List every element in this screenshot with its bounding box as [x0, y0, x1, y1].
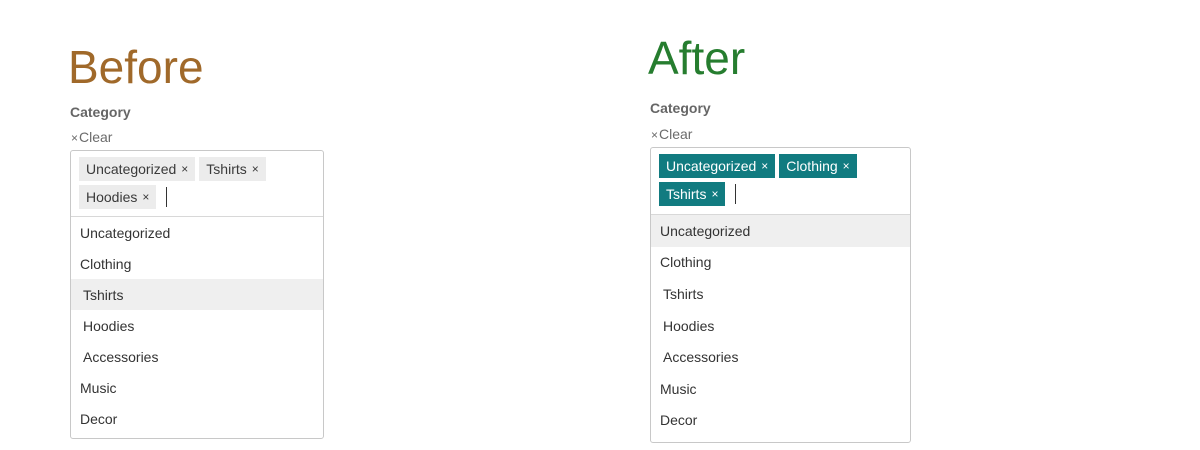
remove-token-icon[interactable]: × [142, 190, 149, 204]
option-clothing[interactable]: Clothing [71, 248, 323, 279]
option-decor[interactable]: Decor [71, 403, 323, 434]
category-multiselect[interactable]: Uncategorized × Tshirts × Hoodies × Unca… [70, 150, 324, 439]
selected-tokens-area[interactable]: Uncategorized × Clothing × Tshirts × [651, 148, 910, 215]
token-label: Tshirts [206, 161, 247, 177]
token-label: Hoodies [86, 189, 138, 205]
option-tshirts[interactable]: Tshirts [71, 279, 323, 310]
before-heading: Before [68, 41, 204, 93]
selected-token-tshirts: Tshirts × [659, 182, 726, 206]
option-uncategorized[interactable]: Uncategorized [71, 217, 323, 248]
category-label: Category [70, 104, 131, 120]
token-label: Tshirts [666, 186, 707, 202]
option-accessories[interactable]: Accessories [651, 341, 910, 373]
after-heading: After [648, 32, 746, 84]
option-hoodies[interactable]: Hoodies [651, 310, 910, 342]
options-list: Uncategorized Clothing Tshirts Hoodies A… [651, 215, 910, 436]
search-input-cursor[interactable] [166, 187, 168, 207]
option-decor[interactable]: Decor [651, 405, 910, 437]
option-accessories[interactable]: Accessories [71, 341, 323, 372]
options-list: Uncategorized Clothing Tshirts Hoodies A… [71, 217, 323, 434]
remove-token-icon[interactable]: × [843, 159, 850, 173]
clear-label: Clear [659, 126, 693, 142]
token-label: Clothing [786, 158, 838, 174]
remove-token-icon[interactable]: × [761, 159, 768, 173]
token-label: Uncategorized [86, 161, 177, 177]
selected-token-clothing: Clothing × [779, 154, 857, 178]
clear-button[interactable]: ×Clear [651, 126, 692, 142]
search-input-cursor[interactable] [735, 184, 737, 204]
selected-tokens-area[interactable]: Uncategorized × Tshirts × Hoodies × [71, 151, 323, 217]
selected-token-uncategorized: Uncategorized × [79, 157, 196, 181]
remove-token-icon[interactable]: × [181, 162, 188, 176]
selected-token-uncategorized: Uncategorized × [659, 154, 776, 178]
option-uncategorized[interactable]: Uncategorized [651, 215, 910, 247]
remove-token-icon[interactable]: × [711, 187, 718, 201]
category-label: Category [650, 100, 711, 116]
close-icon: × [651, 128, 659, 142]
clear-label: Clear [79, 129, 113, 145]
close-icon: × [71, 131, 79, 145]
option-hoodies[interactable]: Hoodies [71, 310, 323, 341]
category-multiselect[interactable]: Uncategorized × Clothing × Tshirts × Unc… [650, 147, 911, 443]
option-tshirts[interactable]: Tshirts [651, 278, 910, 310]
token-label: Uncategorized [666, 158, 757, 174]
selected-token-tshirts: Tshirts × [199, 157, 266, 181]
clear-button[interactable]: ×Clear [71, 129, 112, 145]
option-music[interactable]: Music [71, 372, 323, 403]
remove-token-icon[interactable]: × [252, 162, 259, 176]
option-clothing[interactable]: Clothing [651, 247, 910, 279]
option-music[interactable]: Music [651, 373, 910, 405]
selected-token-hoodies: Hoodies × [79, 185, 157, 209]
